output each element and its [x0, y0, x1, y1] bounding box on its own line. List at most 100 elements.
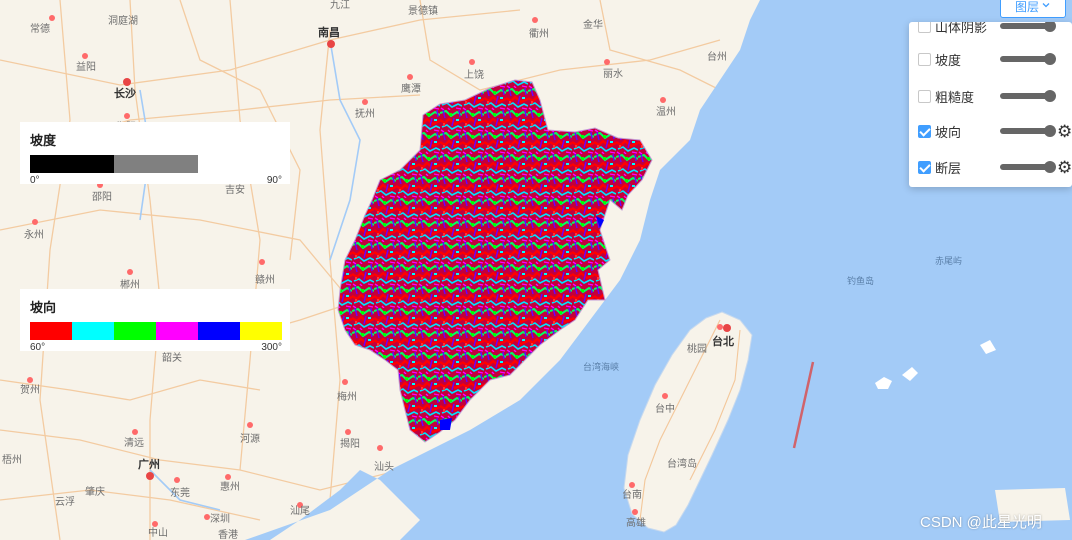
layer-checkbox-roughness[interactable]: [918, 89, 931, 103]
capital-label: 台北: [712, 334, 734, 348]
city-marker: [632, 509, 638, 515]
city-label: 金华: [583, 18, 603, 31]
city-label: 高雄: [626, 516, 646, 529]
opacity-slider-aspect[interactable]: [1000, 125, 1056, 137]
aspect-color-stop: [114, 322, 156, 340]
gear-icon[interactable]: ⚙: [1057, 123, 1072, 140]
slope-legend: 坡度 0° 90°: [20, 122, 290, 186]
slope-color-stop: [30, 155, 114, 173]
slider-knob[interactable]: [1044, 53, 1056, 65]
aspect-legend-bar: [30, 322, 282, 340]
opacity-slider-roughness[interactable]: [1000, 90, 1056, 102]
city-marker: [342, 379, 348, 385]
city-label: 九江: [330, 0, 350, 11]
city-marker: [225, 474, 231, 480]
layer-row-aspect: 坡向 ⚙: [909, 113, 1072, 149]
slider-knob[interactable]: [1044, 125, 1056, 137]
sea-label: 赤尾屿: [935, 256, 962, 266]
slope-max-label: 90°: [266, 175, 282, 186]
slider-knob[interactable]: [1044, 22, 1056, 32]
city-marker: [362, 99, 368, 105]
capital-marker: [723, 324, 731, 332]
slope-color-stop: [114, 155, 198, 173]
opacity-slider-fault[interactable]: [1000, 161, 1056, 173]
city-label: 鹰潭: [401, 82, 421, 95]
layer-toggle-button[interactable]: 图层: [1000, 0, 1066, 18]
slider-knob[interactable]: [1044, 90, 1056, 102]
layer-panel: 山体阴影 坡度 粗糙度 坡向 ⚙ 断层 ⚙: [909, 22, 1072, 187]
gear-icon[interactable]: ⚙: [1057, 159, 1072, 176]
layer-row-fault: 断层 ⚙: [909, 149, 1072, 185]
city-marker: [132, 429, 138, 435]
layer-label: 坡向: [935, 124, 962, 140]
city-label: 东莞: [170, 486, 190, 499]
city-label: 永州: [24, 228, 44, 241]
city-label: 揭阳: [340, 437, 360, 450]
city-marker: [377, 445, 383, 451]
capital-label: 南昌: [318, 25, 340, 39]
city-label: 邵阳: [92, 191, 112, 203]
city-label: 台湾岛: [667, 457, 697, 470]
city-marker: [662, 393, 668, 399]
aspect-max-label: 300°: [261, 342, 282, 353]
layer-checkbox-hillshade[interactable]: [918, 22, 931, 33]
city-marker: [345, 429, 351, 435]
city-label: 台州: [707, 50, 727, 63]
layer-checkbox-aspect[interactable]: [918, 124, 931, 138]
city-marker: [532, 17, 538, 23]
city-marker: [469, 59, 475, 65]
layer-label: 山体阴影: [935, 22, 988, 35]
city-label: 台南: [622, 488, 642, 501]
aspect-raster-highlight: [440, 418, 452, 430]
layer-checkbox-fault[interactable]: [918, 160, 931, 174]
city-marker: [82, 53, 88, 59]
layer-row-slope: 坡度: [909, 41, 1072, 77]
chevron-down-icon: [1041, 0, 1051, 13]
city-label: 清远: [124, 436, 144, 449]
city-label: 贺州: [20, 384, 40, 396]
aspect-legend: 坡向 60° 300°: [20, 289, 290, 353]
city-label: 中山: [148, 526, 168, 539]
city-label: 香港: [218, 529, 238, 540]
city-label: 景德镇: [408, 4, 438, 17]
slope-min-label: 0°: [30, 175, 40, 186]
city-label: 上饶: [464, 68, 484, 81]
capital-label: 长沙: [114, 86, 136, 100]
slope-legend-title: 坡度: [30, 133, 57, 148]
capital-marker: [146, 472, 154, 480]
city-marker: [407, 74, 413, 80]
slider-knob[interactable]: [1044, 161, 1056, 173]
aspect-color-stop: [240, 322, 282, 340]
capital-marker: [327, 40, 335, 48]
capital-label: 广州: [138, 457, 160, 471]
city-label: 丽水: [603, 68, 623, 80]
city-marker: [247, 422, 253, 428]
city-marker: [174, 477, 180, 483]
city-marker: [32, 219, 38, 225]
city-marker: [152, 521, 158, 527]
city-label: 衢州: [529, 28, 549, 40]
watermark: CSDN @此星光明: [920, 514, 1042, 531]
city-marker: [124, 113, 130, 119]
opacity-slider-hillshade[interactable]: [1000, 22, 1056, 32]
sea-label: 台湾海峡: [583, 361, 619, 372]
slope-legend-bar: [30, 155, 198, 173]
sea-label: 钓鱼岛: [847, 275, 874, 286]
city-label: 抚州: [355, 108, 375, 120]
layer-label: 粗糙度: [935, 89, 975, 105]
city-marker: [127, 269, 133, 275]
aspect-legend-title: 坡向: [30, 300, 57, 315]
city-marker: [27, 377, 33, 383]
city-marker: [49, 15, 55, 21]
city-label: 汕尾: [290, 505, 310, 517]
city-label: 温州: [656, 106, 676, 118]
city-marker: [660, 97, 666, 103]
city-marker: [717, 324, 723, 330]
aspect-color-stop: [198, 322, 240, 340]
layer-checkbox-slope[interactable]: [918, 52, 931, 66]
city-label: 深圳: [210, 513, 230, 525]
city-label: 云浮: [55, 496, 75, 508]
layer-button-label: 图层: [1014, 0, 1039, 14]
city-label: 河源: [240, 432, 260, 445]
opacity-slider-slope[interactable]: [1000, 53, 1056, 65]
